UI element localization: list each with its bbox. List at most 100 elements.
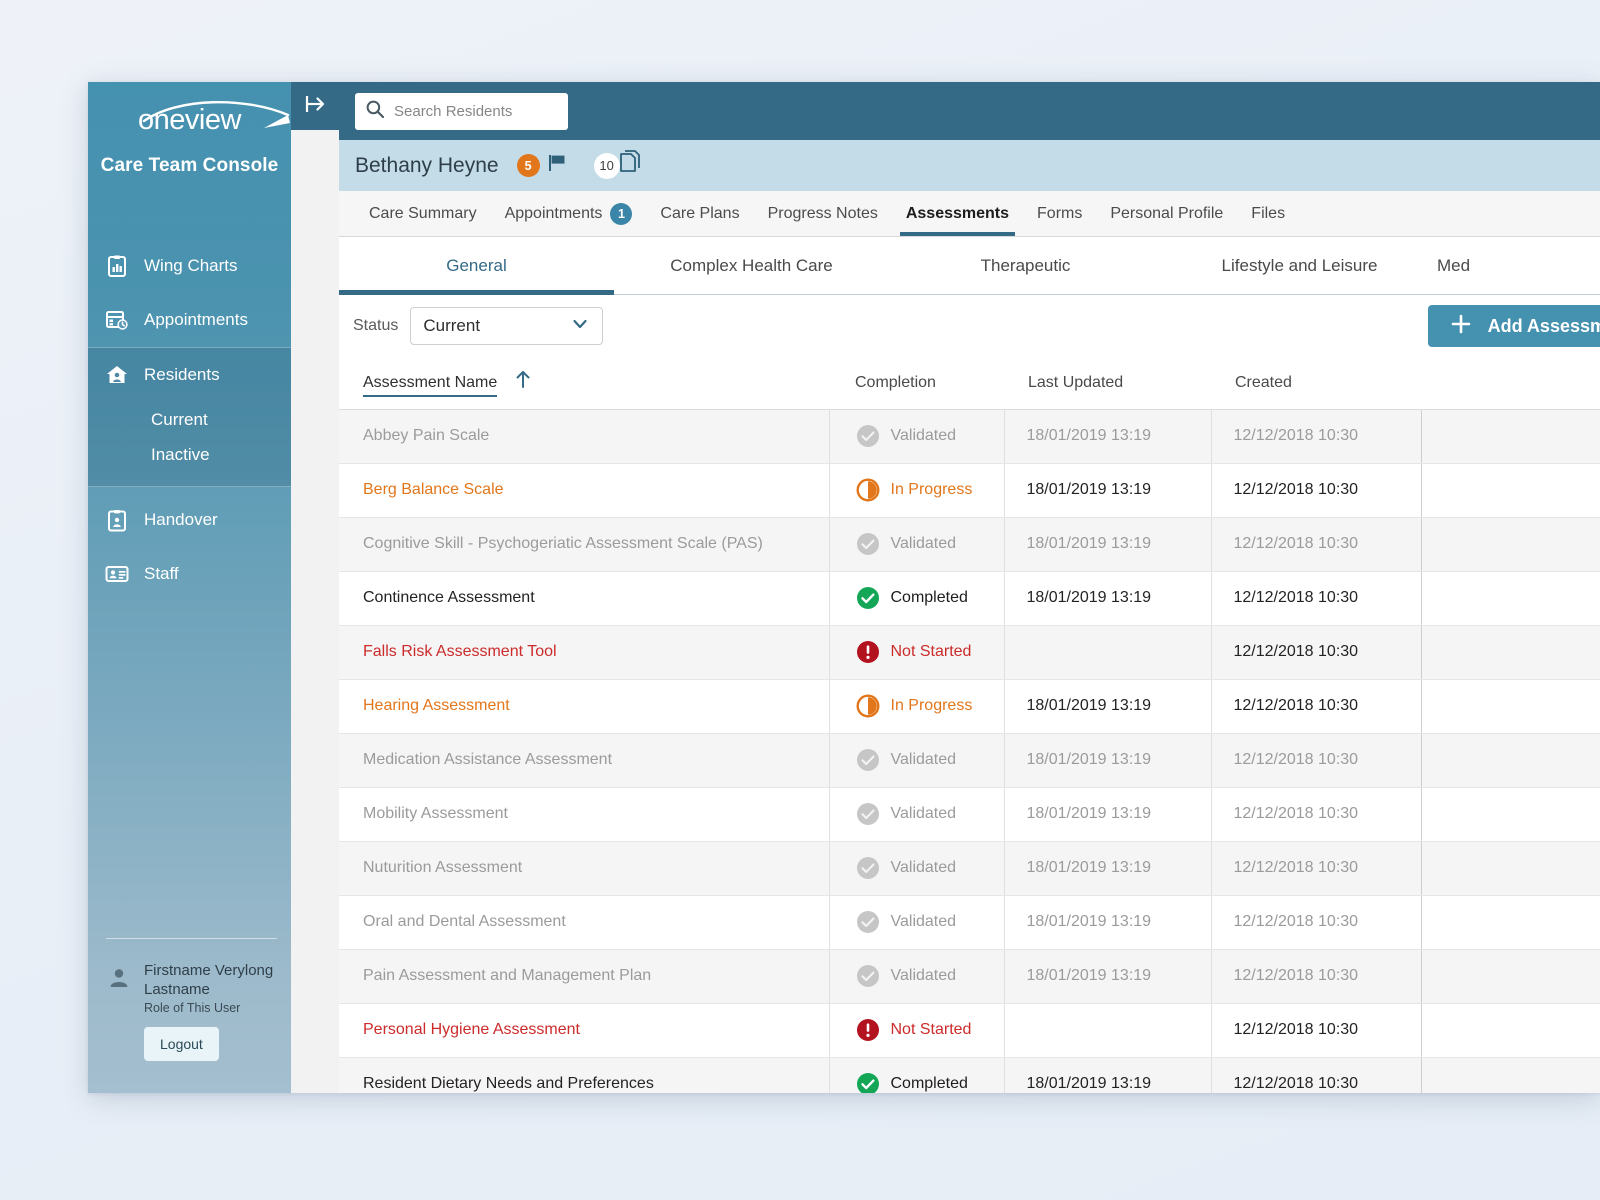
user-role: Role of This User bbox=[144, 1001, 241, 1015]
subtab-medical[interactable]: Med bbox=[1437, 237, 1597, 294]
table-row[interactable]: Mobility Assessment Validated 18/01/2019 1… bbox=[339, 787, 1600, 842]
in-progress-half-circle-icon bbox=[855, 478, 880, 502]
tab-progress-notes[interactable]: Progress Notes bbox=[754, 191, 892, 236]
tab-files[interactable]: Files bbox=[1237, 191, 1299, 236]
completed-check-icon bbox=[856, 1073, 879, 1093]
documents-badge-group[interactable]: 10 bbox=[593, 149, 644, 182]
cell-last-updated: 18/01/2019 13:19 bbox=[1003, 571, 1211, 626]
table-row[interactable]: Hearing Assessment In Progress 18/01/2019 … bbox=[339, 679, 1600, 734]
sort-ascending-arrow-icon bbox=[514, 369, 532, 394]
column-header-completion[interactable]: Completion bbox=[829, 357, 1004, 410]
plus-icon bbox=[1450, 313, 1472, 340]
cell-assessment-name[interactable]: Cognitive Skill - Psychogeriatic Assessm… bbox=[339, 517, 829, 572]
wing-charts-icon bbox=[104, 253, 130, 279]
handover-clipboard-icon bbox=[104, 507, 130, 533]
cell-completion: Validated bbox=[828, 841, 1004, 896]
table-row[interactable]: Continence Assessment Completed 18/01/2019… bbox=[339, 571, 1600, 626]
sidebar-item-residents[interactable]: Residents bbox=[88, 348, 291, 402]
cell-created: 12/12/2018 10:30 bbox=[1210, 895, 1421, 950]
completed-check-icon bbox=[856, 587, 879, 609]
cell-assessment-name[interactable]: Resident Dietary Needs and Preferences bbox=[339, 1057, 829, 1093]
collapse-panel-button[interactable] bbox=[291, 82, 339, 130]
subtab-therapeutic[interactable]: Therapeutic bbox=[889, 237, 1162, 294]
table-row[interactable]: Nuturition Assessment Validated 18/01/2019… bbox=[339, 841, 1600, 896]
cell-assessment-name[interactable]: Personal Hygiene Assessment bbox=[339, 1003, 829, 1058]
assessments-table-container[interactable]: Assessment Name Completion Last Updated … bbox=[339, 357, 1600, 1093]
cell-assessment-name[interactable]: Abbey Pain Scale bbox=[339, 409, 829, 464]
cell-extra bbox=[1420, 841, 1600, 896]
status-filter-select[interactable]: Current bbox=[410, 307, 604, 345]
cell-created: 12/12/2018 10:30 bbox=[1210, 1057, 1421, 1093]
table-row[interactable]: Cognitive Skill - Psychogeriatic Assessm… bbox=[339, 517, 1600, 572]
cell-last-updated: 18/01/2019 13:19 bbox=[1003, 1057, 1211, 1093]
sidebar-item-wing-charts[interactable]: Wing Charts bbox=[88, 239, 291, 293]
table-row[interactable]: Falls Risk Assessment Tool Not Started 12/… bbox=[339, 625, 1600, 680]
cell-completion: Validated bbox=[828, 409, 1004, 464]
status-badge: Not Started bbox=[856, 1018, 1004, 1042]
logout-button[interactable]: Logout bbox=[144, 1027, 219, 1061]
cell-last-updated bbox=[1003, 625, 1211, 680]
tab-assessments[interactable]: Assessments bbox=[892, 191, 1023, 236]
flag-count-badge: 5 bbox=[516, 154, 540, 177]
table-row[interactable]: Resident Dietary Needs and Preferences Co… bbox=[339, 1057, 1600, 1093]
tab-care-summary[interactable]: Care Summary bbox=[355, 191, 491, 236]
tab-personal-profile[interactable]: Personal Profile bbox=[1096, 191, 1237, 236]
cell-completion: In Progress bbox=[828, 463, 1004, 518]
tab-care-plans[interactable]: Care Plans bbox=[646, 191, 753, 236]
cell-assessment-name[interactable]: Falls Risk Assessment Tool bbox=[339, 625, 829, 680]
tab-appointments[interactable]: Appointments 1 bbox=[491, 191, 647, 236]
cell-created: 12/12/2018 10:30 bbox=[1210, 949, 1421, 1004]
table-row[interactable]: Oral and Dental Assessment Validated 18/01… bbox=[339, 895, 1600, 950]
cell-last-updated: 18/01/2019 13:19 bbox=[1003, 787, 1211, 842]
cell-completion: Completed bbox=[828, 1057, 1004, 1093]
table-row[interactable]: Berg Balance Scale In Progress 18/01/2019 … bbox=[339, 463, 1600, 518]
table-row[interactable]: Abbey Pain Scale Validated 18/01/2019 13:1… bbox=[339, 409, 1600, 464]
flag-badge-group[interactable]: 5 bbox=[516, 152, 568, 179]
divider bbox=[106, 938, 277, 939]
sidebar-item-staff[interactable]: Staff bbox=[88, 547, 291, 601]
cell-extra bbox=[1420, 1057, 1600, 1093]
subtab-complex-health-care[interactable]: Complex Health Care bbox=[614, 237, 889, 294]
table-header: Assessment Name Completion Last Updated … bbox=[339, 357, 1600, 410]
subtab-general[interactable]: General bbox=[339, 237, 614, 295]
sidebar-subitem-inactive[interactable]: Inactive bbox=[88, 437, 291, 472]
sidebar-subitem-current[interactable]: Current bbox=[88, 402, 291, 437]
cell-assessment-name[interactable]: Oral and Dental Assessment bbox=[339, 895, 829, 950]
cell-assessment-name[interactable]: Nuturition Assessment bbox=[339, 841, 829, 896]
search-input[interactable] bbox=[394, 102, 558, 120]
cell-created: 12/12/2018 10:30 bbox=[1210, 1003, 1421, 1058]
not-started-alert-icon bbox=[856, 1019, 879, 1041]
search-residents-box[interactable] bbox=[355, 92, 568, 130]
cell-assessment-name[interactable]: Mobility Assessment bbox=[339, 787, 829, 842]
table-row[interactable]: Personal Hygiene Assessment Not Started 12… bbox=[339, 1003, 1600, 1058]
column-label: Assessment Name bbox=[363, 374, 498, 397]
status-filter-label: Status bbox=[353, 317, 399, 334]
cell-extra bbox=[1420, 1003, 1600, 1058]
cell-created: 12/12/2018 10:30 bbox=[1210, 409, 1421, 464]
residents-home-icon bbox=[104, 362, 130, 388]
cell-last-updated bbox=[1003, 1003, 1211, 1058]
cell-assessment-name[interactable]: Pain Assessment and Management Plan bbox=[339, 949, 829, 1004]
validated-check-icon bbox=[856, 425, 879, 447]
cell-extra bbox=[1420, 625, 1600, 680]
table-row[interactable]: Medication Assistance Assessment Validate… bbox=[339, 733, 1600, 788]
sidebar-item-handover[interactable]: Handover bbox=[88, 493, 291, 547]
add-assessment-button[interactable]: Add Assessment bbox=[1427, 305, 1600, 347]
column-header-last-updated[interactable]: Last Updated bbox=[1004, 357, 1211, 410]
column-header-created[interactable]: Created bbox=[1211, 357, 1421, 410]
table-row[interactable]: Pain Assessment and Management Plan Valid… bbox=[339, 949, 1600, 1004]
cell-assessment-name[interactable]: Continence Assessment bbox=[339, 571, 829, 626]
column-header-assessment-name[interactable]: Assessment Name bbox=[339, 357, 829, 410]
status-label: Completed bbox=[890, 589, 968, 606]
cell-assessment-name[interactable]: Medication Assistance Assessment bbox=[339, 733, 829, 788]
tab-forms[interactable]: Forms bbox=[1023, 191, 1096, 236]
cell-assessment-name[interactable]: Berg Balance Scale bbox=[339, 463, 829, 518]
subtab-lifestyle-and-leisure[interactable]: Lifestyle and Leisure bbox=[1162, 237, 1437, 294]
cell-extra bbox=[1420, 949, 1600, 1004]
sidebar-item-appointments[interactable]: Appointments bbox=[88, 293, 291, 347]
in-progress-half-circle-icon bbox=[855, 694, 880, 718]
cell-assessment-name[interactable]: Hearing Assessment bbox=[339, 679, 829, 734]
cell-completion: Not Started bbox=[828, 625, 1004, 680]
cell-created: 12/12/2018 10:30 bbox=[1210, 841, 1421, 896]
